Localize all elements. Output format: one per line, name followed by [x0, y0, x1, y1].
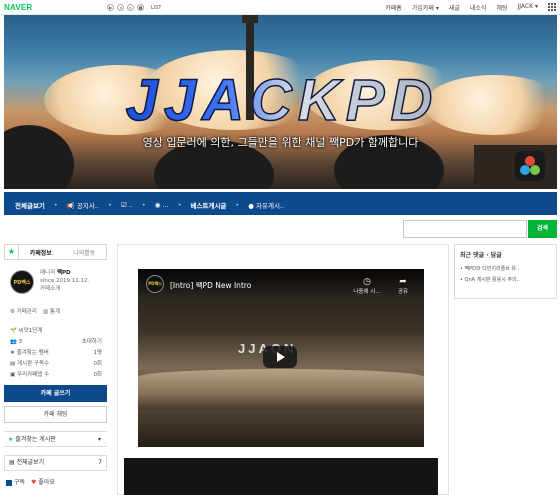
- members-count[interactable]: 3: [19, 339, 23, 345]
- stat-row: ★ 즐겨찾는 멤버 1명: [10, 350, 102, 356]
- left-sidebar: ★ 카페정보 나의활동 PD짹스 매니저 짹PD since 2019.11.1…: [4, 244, 107, 495]
- video-scene: [138, 369, 424, 409]
- menu-free-board[interactable]: ● 자유게시..: [248, 200, 284, 210]
- play-icon[interactable]: ▶: [107, 4, 114, 11]
- menu-best-posts[interactable]: 베스트게시글: [191, 200, 227, 210]
- second-video-embed[interactable]: [124, 458, 438, 495]
- davinci-resolve-icon: [515, 151, 545, 181]
- cafe-avatar[interactable]: PD짹스: [10, 270, 34, 294]
- like-button[interactable]: ♥ 좋아요: [31, 477, 55, 486]
- top-nav: 카페홈 가입카페 ▾ 새글 내소식 채팅 JJACK ▾: [385, 3, 556, 12]
- subscribe-button[interactable]: 구독: [6, 477, 25, 486]
- menu-board-3[interactable]: ◉ ...: [155, 201, 169, 209]
- nav-new-posts[interactable]: 새글: [449, 3, 460, 12]
- share-button[interactable]: ➦ 공유: [386, 277, 420, 295]
- members-row: 👥 3 초대하기: [10, 337, 102, 348]
- favorite-boards-toggle[interactable]: ★ 즐겨찾는 게시판 ▾: [4, 431, 107, 447]
- play-button[interactable]: [263, 346, 297, 368]
- cafe-chat-button[interactable]: 카페 채팅: [4, 406, 107, 423]
- write-post-button[interactable]: 카페 글쓰기: [4, 385, 107, 402]
- nav-user-menu[interactable]: JJACK ▾: [518, 3, 539, 12]
- nav-my-news[interactable]: 내소식: [470, 3, 487, 12]
- level-row: 🌱 씨앗1단계: [10, 328, 43, 334]
- star-icon: ★: [10, 350, 15, 356]
- cafe-search: 검색: [403, 220, 557, 238]
- stats-link[interactable]: ▥ 통계: [43, 307, 60, 315]
- jjackpd-logo: JJACKPD: [125, 70, 439, 130]
- subscribe-like-row: 구독 ♥ 좋아요: [6, 477, 55, 486]
- chevron-down-icon: ▾: [97, 436, 101, 443]
- manager-info: 매니저 짹PD since 2019.11.12. 카페소개: [40, 269, 89, 293]
- tab-cafe-info[interactable]: 카페정보: [19, 248, 63, 257]
- tab-my-activity[interactable]: 나의활동: [63, 248, 107, 257]
- since-date: since 2019.11.12.: [40, 278, 90, 284]
- board-icon: ◉: [154, 201, 161, 209]
- cafe-stats: 🌱 씨앗1단계 👥 3 초대하기 ★ 즐겨찾는 멤버 1명 ▤ 게시판 구독수 …: [10, 326, 102, 381]
- manager-name[interactable]: 짹PD: [57, 270, 71, 276]
- youtube-embed[interactable]: PD짹스 [Intro] 짹PD New Intro ◷ 나중에 시... ➦ …: [138, 269, 424, 447]
- widget-title: 최근 댓글 · 답글: [460, 252, 502, 259]
- previous-icon[interactable]: ◂: [117, 4, 124, 11]
- recent-comment-item[interactable]: • 짹PD와 다빈치리졸브 유..: [460, 264, 551, 275]
- chevron-down-icon: ▾: [534, 3, 538, 10]
- video-title[interactable]: [Intro] 짹PD New Intro: [170, 280, 251, 291]
- list-icon: ▤: [9, 459, 15, 466]
- sidebar-tabs: ★ 카페정보 나의활동: [4, 244, 107, 260]
- stat-row: ▤ 게시판 구독수 0회: [10, 361, 102, 367]
- banner-slogan: 영상 입문러에 의한, 그들만을 위한 채널 짹PD가 함께합니다: [142, 136, 419, 149]
- clock-icon: ◷: [363, 277, 371, 287]
- menu-all-posts[interactable]: 전체글보기: [15, 200, 45, 210]
- nav-joined-cafes[interactable]: 가입카페 ▾: [412, 3, 439, 12]
- circle-icon: ●: [248, 202, 254, 210]
- manager-label: 매니저: [40, 270, 56, 276]
- invite-link[interactable]: 초대하기: [82, 337, 102, 348]
- members-icon: 👥: [10, 339, 17, 345]
- heart-icon: ♥: [30, 479, 37, 486]
- admin-links: ⚙ 카페관리 ▥ 통계: [10, 307, 60, 315]
- megaphone-icon: 📢: [66, 202, 75, 210]
- search-button[interactable]: 검색: [528, 220, 557, 238]
- nav-chat[interactable]: 채팅: [496, 3, 507, 12]
- stat-row: ▣ 우리카페앱 수 0회: [10, 372, 102, 378]
- recent-comment-item[interactable]: • QnA 게시판 활용시 주의..: [460, 275, 551, 286]
- star-icon[interactable]: ★: [5, 245, 19, 259]
- share-icon: ➦: [399, 277, 407, 287]
- board-icon: ▤: [10, 361, 16, 367]
- all-posts-link[interactable]: ▤ 전체글보기 7: [4, 455, 107, 471]
- menu-board-2[interactable]: ☑ ..: [121, 201, 133, 209]
- app-icon: ▣: [10, 372, 16, 378]
- seed-icon: 🌱: [10, 328, 17, 334]
- main-content: PD짹스 [Intro] 짹PD New Intro ◷ 나중에 시... ➦ …: [117, 244, 449, 495]
- search-input[interactable]: [403, 220, 527, 238]
- board-menu-bar: 전체글보기 • 📢 공지사.. • ☑ .. • ◉ ... • 베스트게시글 …: [4, 192, 557, 215]
- cafe-admin-link[interactable]: ⚙ 카페관리: [10, 307, 37, 315]
- gear-icon: ⚙: [10, 309, 15, 315]
- recent-comments-widget: 최근 댓글 · 답글 • 짹PD와 다빈치리졸브 유.. • QnA 게시판 활…: [454, 244, 557, 299]
- cafe-banner: JJACKPD 영상 입문러에 의한, 그들만을 위한 채널 짹PD가 함께합니…: [4, 15, 557, 189]
- channel-icon[interactable]: PD짹스: [146, 275, 164, 293]
- all-posts-count: 7: [98, 459, 102, 466]
- naver-logo[interactable]: NAVER: [4, 3, 32, 12]
- nav-cafe-home[interactable]: 카페홈: [385, 3, 402, 12]
- top-bar: NAVER ▶ ◂ ▸ ■ LIST 카페홈 가입카페 ▾ 새글 내소식 채팅 …: [0, 0, 560, 15]
- next-icon[interactable]: ▸: [127, 4, 134, 11]
- music-player: ▶ ◂ ▸ ■ LIST: [107, 4, 162, 11]
- player-list-label[interactable]: LIST: [151, 5, 162, 11]
- stats-icon: ▥: [42, 309, 49, 315]
- apps-grid-icon[interactable]: [548, 3, 556, 11]
- check-icon: ☑: [120, 201, 127, 209]
- cafe-intro-link[interactable]: 카페소개: [40, 285, 89, 293]
- watch-later-button[interactable]: ◷ 나중에 시...: [350, 277, 384, 295]
- star-icon: ★: [8, 436, 14, 443]
- chevron-down-icon: ▾: [435, 5, 439, 12]
- svg-text:JJACKPD: JJACKPD: [126, 70, 439, 130]
- stop-icon[interactable]: ■: [137, 4, 144, 11]
- subscribe-icon: [6, 479, 12, 486]
- menu-notice[interactable]: 📢 공지사..: [67, 200, 99, 210]
